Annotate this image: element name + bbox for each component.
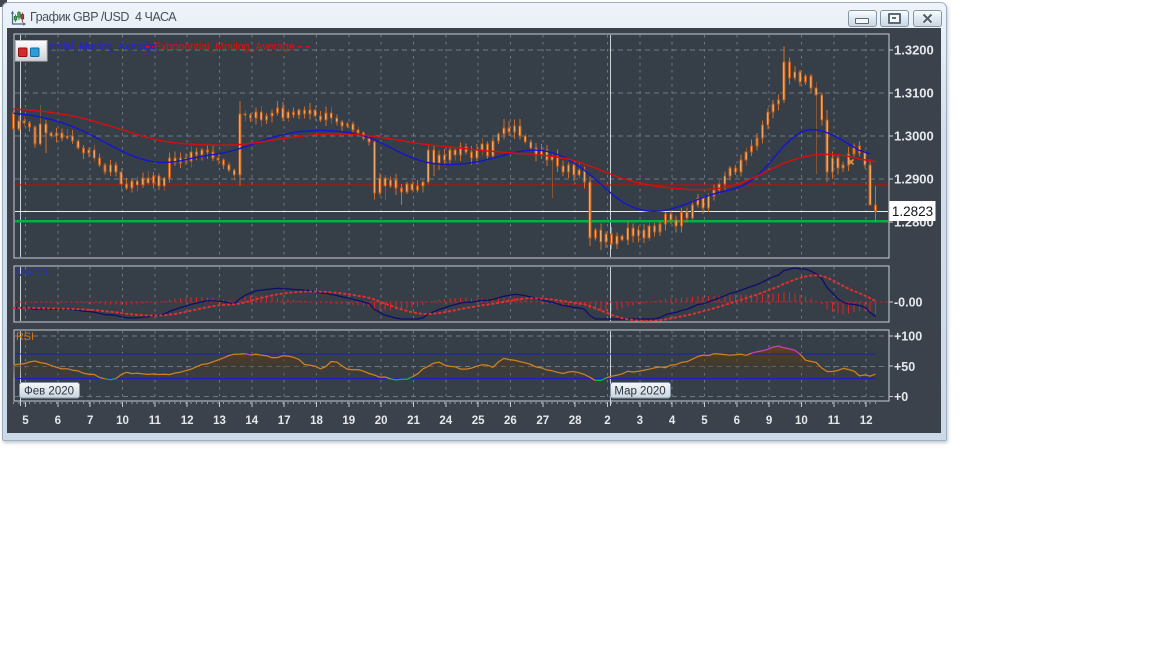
svg-text:3: 3 (637, 415, 643, 427)
svg-text:+50: +50 (894, 360, 915, 374)
svg-text:+100: +100 (894, 330, 922, 344)
svg-text:RSI: RSI (16, 331, 34, 343)
svg-text:21: 21 (407, 415, 420, 427)
svg-text:6: 6 (55, 415, 61, 427)
svg-text:12: 12 (860, 415, 873, 427)
svg-text:Мар 2020: Мар 2020 (614, 386, 665, 398)
svg-text:Exponential_Moving_Average: Exponential_Moving_Average (154, 41, 295, 53)
svg-text:9: 9 (766, 415, 772, 427)
svg-text:14: 14 (245, 415, 258, 427)
svg-text:1.3100: 1.3100 (894, 86, 934, 101)
svg-text:6: 6 (734, 415, 740, 427)
svg-text:13: 13 (213, 415, 226, 427)
svg-text:7: 7 (87, 415, 93, 427)
svg-text:11: 11 (828, 415, 841, 427)
svg-text:20: 20 (375, 415, 388, 427)
svg-text:1.3000: 1.3000 (894, 129, 934, 144)
svg-text:28: 28 (569, 415, 582, 427)
svg-text:5: 5 (22, 415, 29, 427)
svg-text:1.2900: 1.2900 (894, 172, 934, 187)
svg-text:2: 2 (604, 415, 610, 427)
svg-text:10: 10 (795, 415, 808, 427)
svg-text:11: 11 (149, 415, 162, 427)
svg-text:24: 24 (439, 415, 452, 427)
svg-text:1.2823: 1.2823 (892, 204, 933, 219)
svg-text:Фев 2020: Фев 2020 (24, 386, 74, 398)
svg-text:-0.00: -0.00 (894, 296, 923, 310)
svg-text:MACD: MACD (16, 267, 48, 279)
svg-text:10: 10 (116, 415, 129, 427)
svg-text:25: 25 (472, 415, 485, 427)
svg-text:26: 26 (504, 415, 517, 427)
svg-text:1.3200: 1.3200 (894, 43, 934, 58)
svg-text:5: 5 (701, 415, 708, 427)
svg-text:+0: +0 (894, 390, 908, 404)
svg-text:27: 27 (536, 415, 549, 427)
svg-text:17: 17 (278, 415, 291, 427)
svg-text:18: 18 (310, 415, 323, 427)
svg-text:12: 12 (181, 415, 194, 427)
svg-text:4: 4 (669, 415, 676, 427)
svg-text:19: 19 (342, 415, 355, 427)
